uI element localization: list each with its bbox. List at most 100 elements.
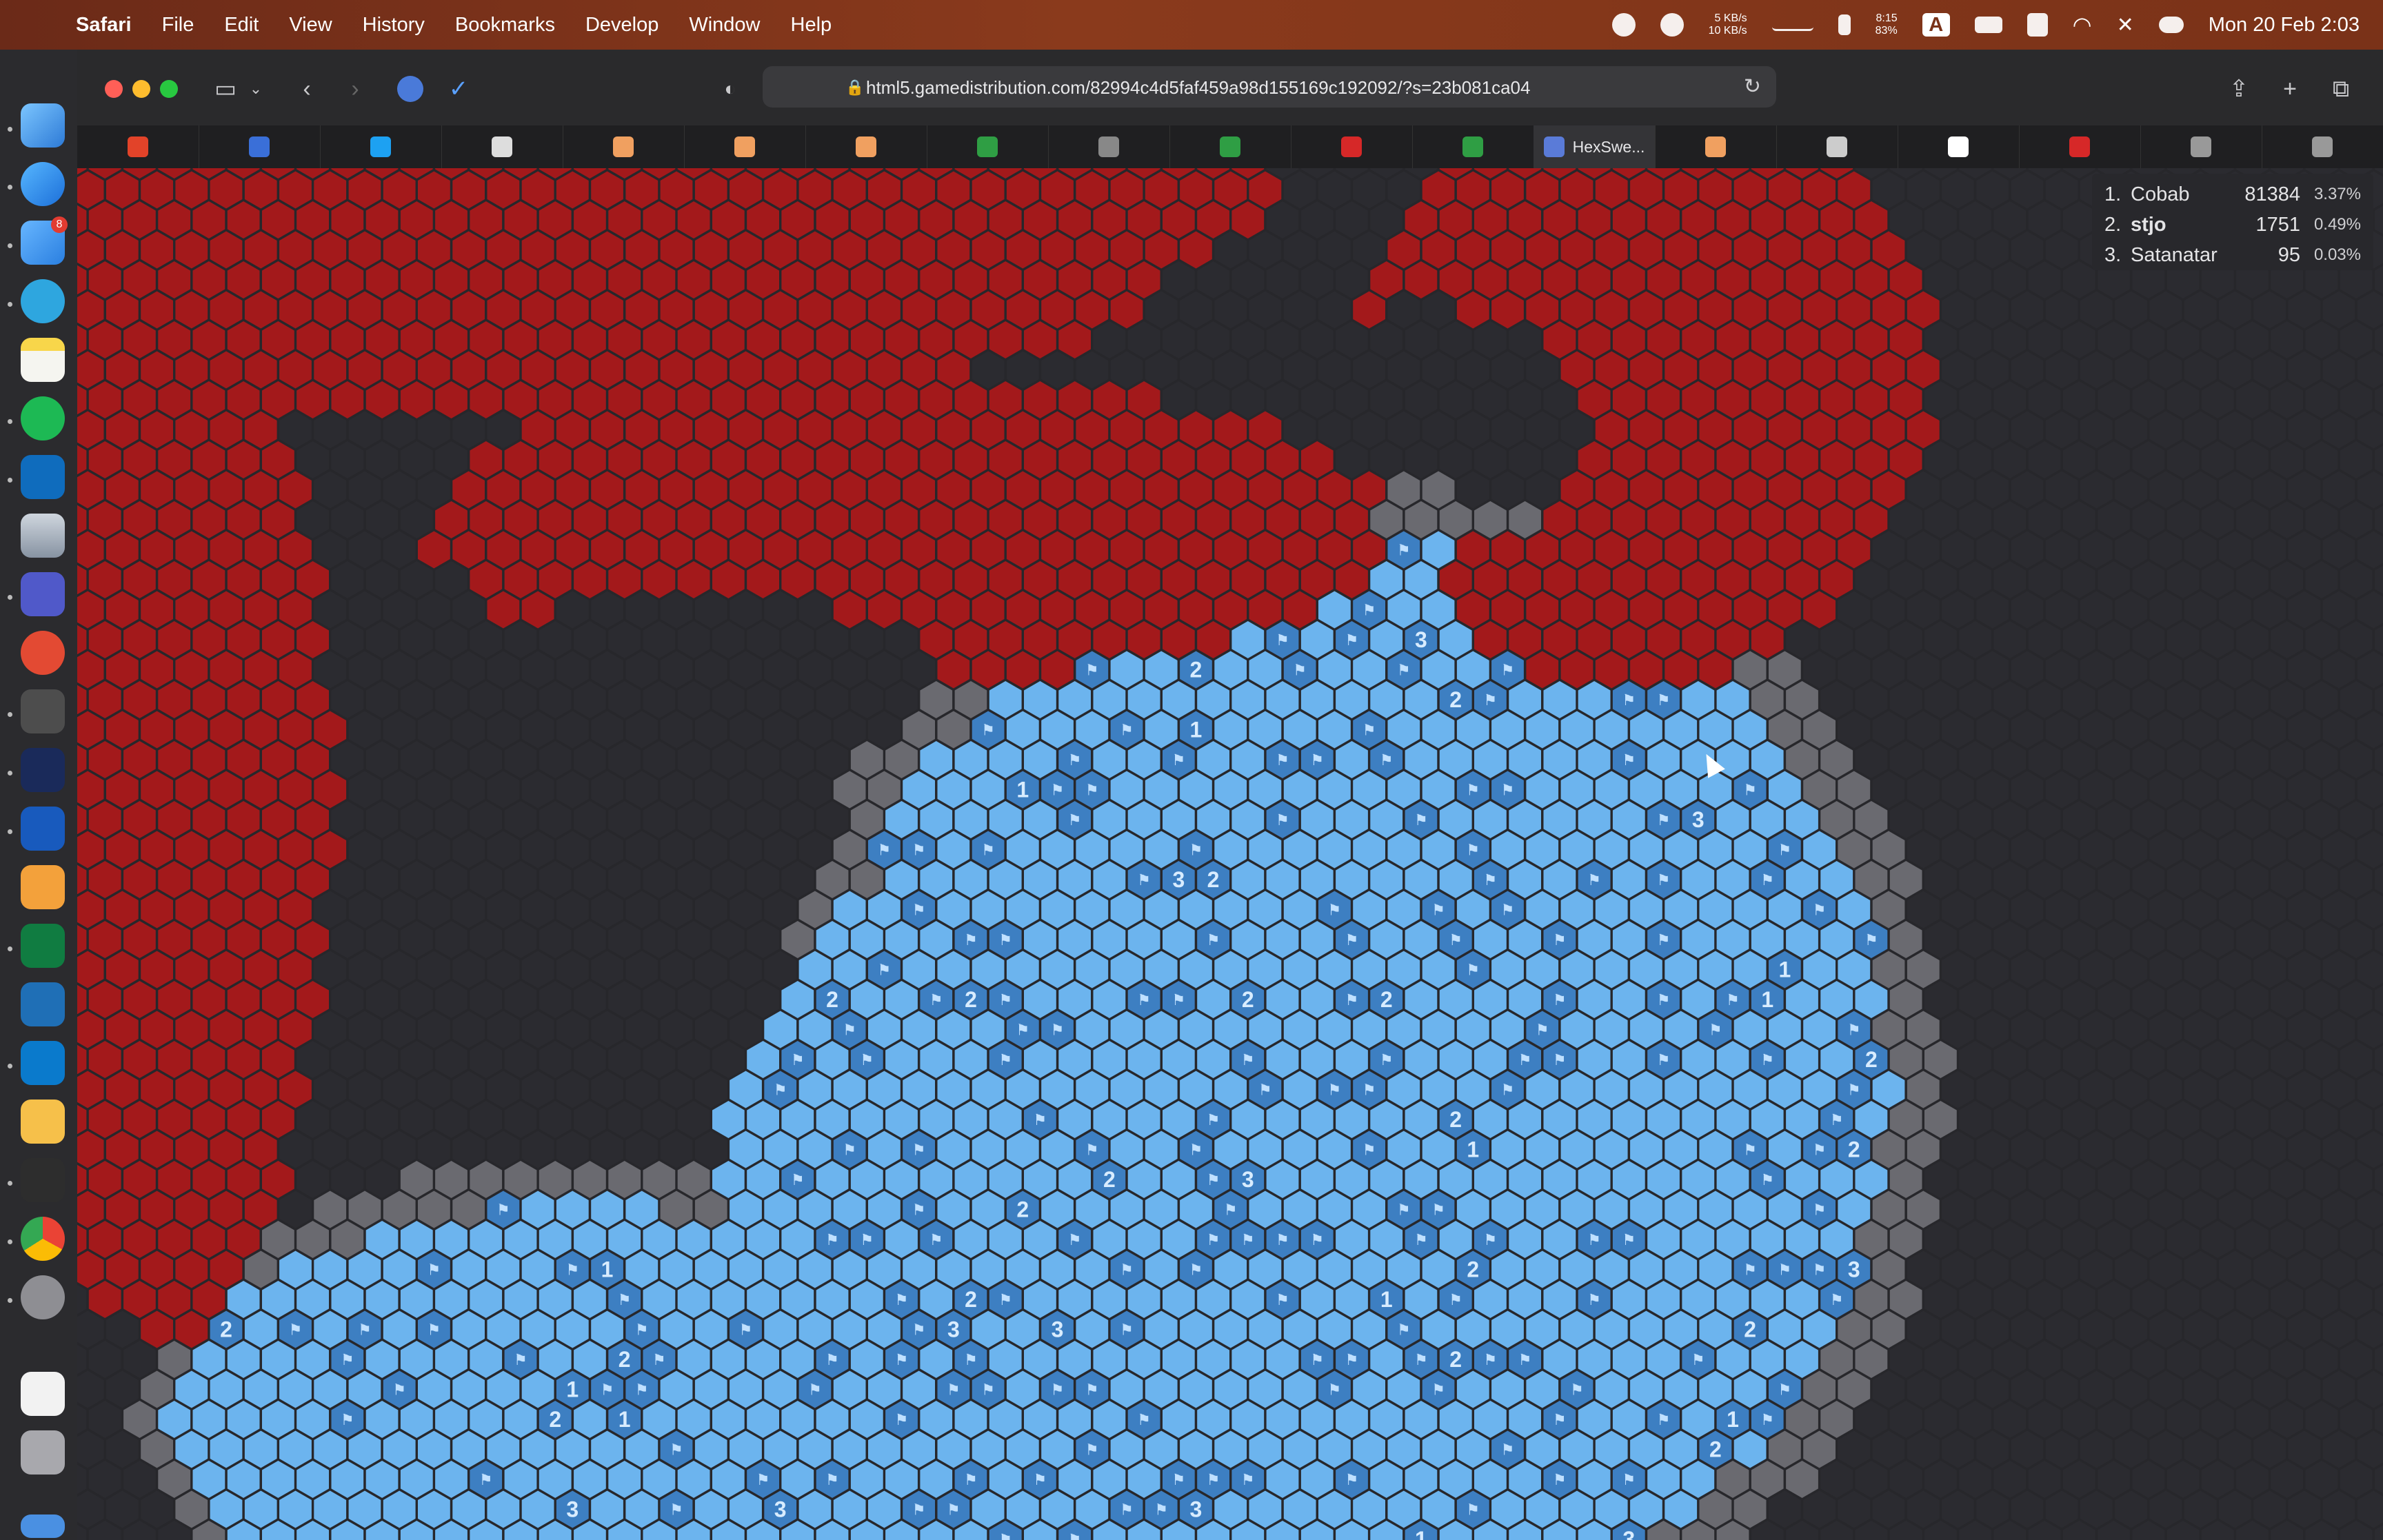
- hex-cell-edge[interactable]: [643, 1161, 676, 1198]
- hex-cell-revealed[interactable]: [1145, 1250, 1178, 1288]
- hex-cell-unrevealed[interactable]: [694, 771, 727, 809]
- hex-cell-unrevealed[interactable]: [1959, 1341, 1991, 1378]
- hex-cell-unrevealed[interactable]: [365, 741, 399, 778]
- hex-cell-revealed[interactable]: [1093, 1221, 1126, 1258]
- hex-cell-unrevealed[interactable]: [504, 1101, 537, 1138]
- hex-cell-opponent[interactable]: [1300, 441, 1334, 478]
- hex-cell-opponent[interactable]: [210, 411, 243, 449]
- hex-cell-opponent[interactable]: [591, 411, 623, 449]
- hex-cell-unrevealed[interactable]: [2305, 1461, 2338, 1498]
- hex-cell-opponent[interactable]: [262, 741, 294, 778]
- hex-cell-unrevealed[interactable]: [1907, 471, 1940, 509]
- hex-cell-unrevealed[interactable]: [2149, 651, 2182, 689]
- hex-cell-opponent[interactable]: [88, 501, 121, 538]
- hex-cell-unrevealed[interactable]: [383, 951, 416, 989]
- hex-cell-revealed[interactable]: [1387, 1011, 1420, 1048]
- hex-cell-opponent[interactable]: [1733, 291, 1767, 329]
- hex-cell-opponent[interactable]: [435, 201, 467, 239]
- hex-cell-revealed[interactable]: [954, 801, 987, 838]
- hex-cell-revealed[interactable]: [574, 1341, 606, 1378]
- hex-cell-revealed[interactable]: [903, 771, 935, 809]
- hex-cell-unrevealed[interactable]: [2149, 1131, 2182, 1168]
- hex-cell-revealed[interactable]: [1526, 711, 1559, 749]
- hex-cell-revealed[interactable]: [781, 1281, 814, 1318]
- hex-cell-revealed[interactable]: [1058, 1161, 1091, 1198]
- hex-cell-opponent[interactable]: [106, 171, 139, 209]
- hex-cell-opponent[interactable]: [1716, 561, 1749, 598]
- hex-cell-opponent[interactable]: [158, 261, 191, 298]
- hex-cell-opponent[interactable]: [314, 831, 347, 869]
- hex-cell-revealed[interactable]: [1630, 891, 1662, 929]
- hex-cell-unrevealed[interactable]: [1336, 321, 1368, 358]
- hex-cell-revealed[interactable]: [1630, 711, 1662, 749]
- hex-cell-unrevealed[interactable]: [625, 831, 658, 869]
- hex-cell-unrevealed[interactable]: [764, 651, 797, 689]
- hex-cell-unrevealed[interactable]: [2357, 1430, 2383, 1468]
- hex-cell-revealed[interactable]: [1786, 1101, 1818, 1138]
- hex-cell-opponent[interactable]: [556, 291, 589, 329]
- hex-cell-revealed[interactable]: [487, 1430, 520, 1468]
- hex-cell-unrevealed[interactable]: [1353, 411, 1385, 449]
- hex-cell-revealed[interactable]: [903, 1011, 935, 1048]
- hex-cell-revealed[interactable]: [1214, 1490, 1247, 1528]
- tab-18[interactable]: [2262, 125, 2383, 168]
- hex-cell-unrevealed[interactable]: [1976, 411, 2009, 449]
- hex-cell-unrevealed[interactable]: [747, 801, 779, 838]
- hex-cell-revealed[interactable]: [1543, 741, 1576, 778]
- hex-cell-unrevealed[interactable]: [1942, 1430, 1974, 1468]
- hex-cell-opponent[interactable]: [262, 561, 294, 598]
- hex-cell-unrevealed[interactable]: [1872, 591, 1905, 629]
- hex-cell-unrevealed[interactable]: [2322, 1191, 2355, 1228]
- hex-cell-unrevealed[interactable]: [1543, 381, 1576, 418]
- hex-cell-revealed[interactable]: [816, 921, 849, 958]
- hex-cell-opponent[interactable]: [123, 1281, 156, 1318]
- hex-cell-revealed[interactable]: [1163, 1101, 1195, 1138]
- hex-cell-opponent[interactable]: [920, 561, 953, 598]
- hex-cell-opponent[interactable]: [1110, 231, 1143, 269]
- hex-cell-unrevealed[interactable]: [2045, 1191, 2078, 1228]
- hex-cell-opponent[interactable]: [1163, 561, 1195, 598]
- hex-cell-opponent[interactable]: [1041, 531, 1074, 569]
- hex-cell-unrevealed[interactable]: [643, 861, 676, 898]
- hex-cell-unrevealed[interactable]: [2011, 351, 2044, 389]
- hex-cell-unrevealed[interactable]: [365, 921, 399, 958]
- hex-cell-edge[interactable]: [1733, 651, 1767, 689]
- hex-cell-revealed[interactable]: [1024, 1341, 1056, 1378]
- hex-cell-unrevealed[interactable]: [2340, 681, 2373, 718]
- hex-cell-unrevealed[interactable]: [730, 711, 762, 749]
- audio-icon[interactable]: [1660, 13, 1684, 37]
- hex-cell-revealed[interactable]: [296, 1281, 329, 1318]
- hex-cell-revealed[interactable]: [833, 951, 866, 989]
- hex-cell-unrevealed[interactable]: [2288, 1430, 2321, 1468]
- hex-cell-unrevealed[interactable]: [1145, 351, 1178, 389]
- hex-cell-unrevealed[interactable]: [2236, 861, 2269, 898]
- hex-cell-unrevealed[interactable]: [2149, 1490, 2182, 1528]
- hex-cell-revealed[interactable]: [1543, 861, 1576, 898]
- hex-cell-opponent[interactable]: [1820, 441, 1853, 478]
- hex-cell-opponent[interactable]: [123, 741, 156, 778]
- hex-cell-opponent[interactable]: [192, 861, 225, 898]
- hex-cell-opponent[interactable]: [747, 441, 779, 478]
- hex-cell-revealed[interactable]: [1543, 1101, 1576, 1138]
- hex-cell-opponent[interactable]: [141, 591, 173, 629]
- hex-cell-opponent[interactable]: [781, 381, 814, 418]
- hex-cell-unrevealed[interactable]: [2149, 591, 2182, 629]
- hex-cell-unrevealed[interactable]: [2166, 441, 2200, 478]
- hex-cell-unrevealed[interactable]: [348, 591, 381, 629]
- hex-cell-unrevealed[interactable]: [2288, 891, 2321, 929]
- hex-cell-unrevealed[interactable]: [850, 621, 883, 658]
- hex-cell-unrevealed[interactable]: [2098, 1281, 2130, 1318]
- hex-cell-opponent[interactable]: [608, 321, 641, 358]
- hex-cell-unrevealed[interactable]: [1924, 441, 1957, 478]
- hex-cell-unrevealed[interactable]: [1283, 291, 1316, 329]
- hex-cell-revealed[interactable]: [1491, 711, 1524, 749]
- hex-cell-unrevealed[interactable]: [1300, 261, 1334, 298]
- hex-cell-unrevealed[interactable]: [2149, 1370, 2182, 1408]
- hex-cell-revealed[interactable]: [262, 1281, 294, 1318]
- hex-cell-revealed[interactable]: [1665, 1131, 1698, 1168]
- hex-cell-unrevealed[interactable]: [106, 1370, 139, 1408]
- hex-cell-revealed[interactable]: [1058, 1401, 1091, 1438]
- hex-cell-revealed[interactable]: [1682, 1461, 1715, 1498]
- hex-cell-unrevealed[interactable]: [383, 711, 416, 749]
- hex-cell-unrevealed[interactable]: [1820, 1461, 1853, 1498]
